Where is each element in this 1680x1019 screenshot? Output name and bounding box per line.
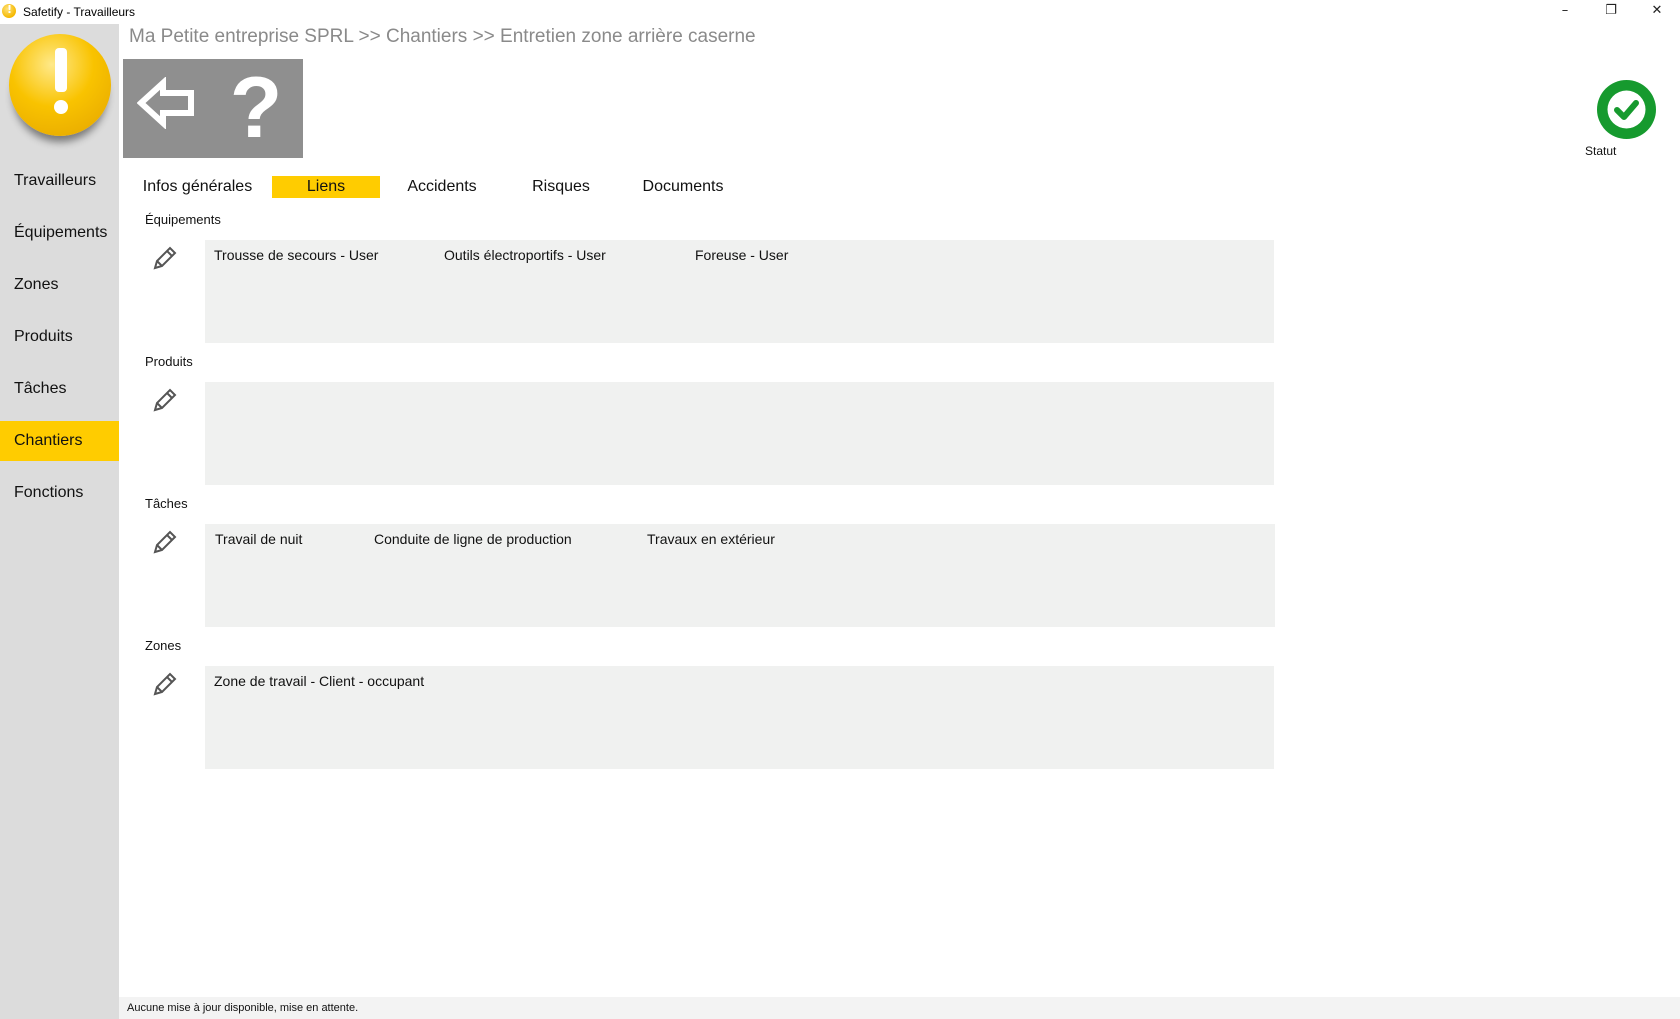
list-item[interactable]: Foreuse - User (695, 247, 788, 263)
minimize-button[interactable]: – (1542, 0, 1588, 24)
pencil-icon[interactable] (151, 244, 179, 272)
status-button[interactable] (1597, 80, 1656, 139)
tab-documents[interactable]: Documents (638, 176, 728, 198)
sidebar: Travailleurs Équipements Zones Produits … (0, 24, 119, 1019)
list-item[interactable]: Zone de travail - Client - occupant (214, 673, 424, 689)
status-bar-text: Aucune mise à jour disponible, mise en a… (127, 1002, 359, 1014)
checkmark-icon (1607, 90, 1646, 129)
tab-risques[interactable]: Risques (526, 176, 596, 198)
pencil-icon[interactable] (151, 670, 179, 698)
back-arrow-icon[interactable] (137, 77, 197, 129)
title-bar: Safetify - Travailleurs – ❐ ✕ (0, 0, 1680, 24)
taches-panel: Travail de nuit Conduite de ligne de pro… (205, 524, 1275, 627)
list-item[interactable]: Travaux en extérieur (647, 531, 775, 547)
sidebar-item-produits[interactable]: Produits (0, 317, 119, 357)
sidebar-item-fonctions[interactable]: Fonctions (0, 473, 119, 513)
status-label: Statut (1585, 144, 1617, 158)
list-item[interactable]: Conduite de ligne de production (374, 531, 572, 547)
tab-liens[interactable]: Liens (272, 176, 380, 198)
restore-button[interactable]: ❐ (1588, 0, 1634, 24)
zones-panel: Zone de travail - Client - occupant (205, 666, 1274, 769)
section-title-equipements: Équipements (145, 212, 221, 227)
sidebar-item-zones[interactable]: Zones (0, 265, 119, 305)
section-title-zones: Zones (145, 638, 182, 653)
status-bar: Aucune mise à jour disponible, mise en a… (119, 997, 1680, 1019)
section-title-taches: Tâches (145, 496, 188, 511)
sidebar-item-travailleurs[interactable]: Travailleurs (0, 161, 119, 201)
tab-infos-generales[interactable]: Infos générales (140, 176, 255, 198)
toolbar: ? (123, 59, 303, 158)
close-button[interactable]: ✕ (1634, 0, 1680, 24)
pencil-icon[interactable] (151, 528, 179, 556)
list-item[interactable]: Travail de nuit (215, 531, 302, 547)
app-icon (2, 3, 16, 18)
section-title-produits: Produits (145, 354, 193, 369)
list-item[interactable]: Trousse de secours - User (214, 247, 378, 263)
breadcrumb: Ma Petite entreprise SPRL >> Chantiers >… (129, 26, 756, 47)
produits-panel (205, 382, 1274, 485)
app-logo (9, 34, 111, 136)
sidebar-item-equipements[interactable]: Équipements (0, 213, 119, 253)
logo-exclamation-bar (55, 48, 67, 92)
sidebar-item-chantiers[interactable]: Chantiers (0, 421, 119, 461)
list-item[interactable]: Outils électroportifs - User (444, 247, 606, 263)
sidebar-item-taches[interactable]: Tâches (0, 369, 119, 409)
equipements-panel: Trousse de secours - User Outils électro… (205, 240, 1274, 343)
logo-exclamation-dot (54, 100, 68, 114)
window-title: Safetify - Travailleurs (23, 5, 136, 19)
tab-accidents[interactable]: Accidents (402, 176, 482, 198)
pencil-icon[interactable] (151, 386, 179, 414)
help-button[interactable]: ? (223, 63, 289, 153)
